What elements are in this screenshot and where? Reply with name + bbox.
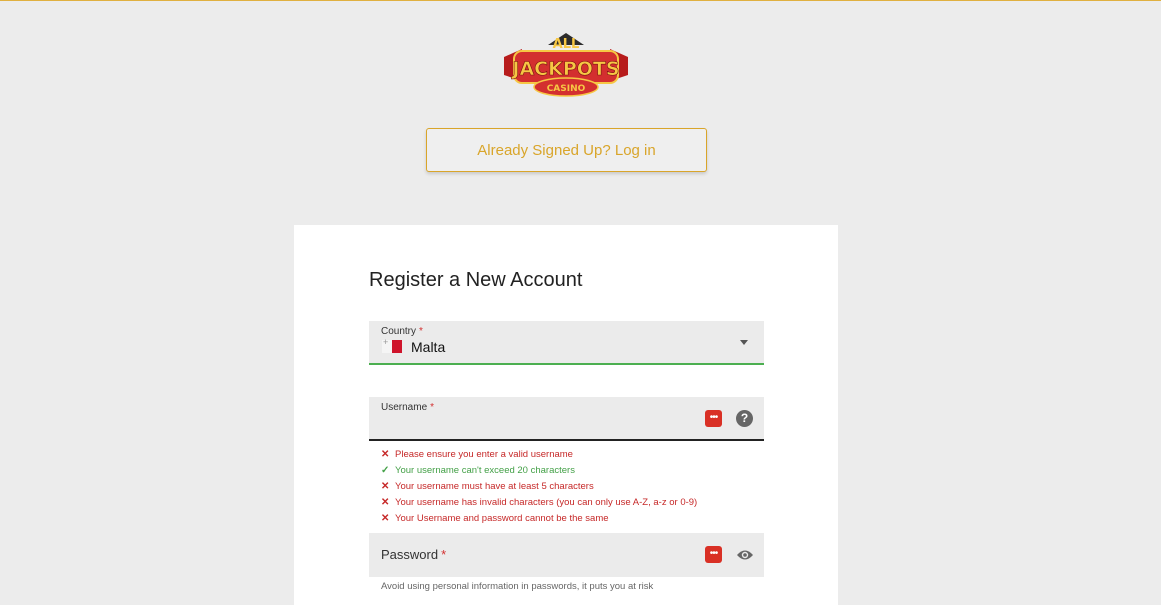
check-icon: ✓ <box>381 465 390 476</box>
help-icon[interactable]: ? <box>736 410 753 427</box>
rule-item: ✓ Your username can't exceed 20 character… <box>381 463 697 479</box>
malta-flag-icon <box>382 337 402 353</box>
password-hint: Avoid using personal information in pass… <box>381 581 654 592</box>
all-jackpots-logo: ALL JACKPOTS CASINO <box>500 31 632 101</box>
username-label: Username * <box>381 402 435 413</box>
country-label: Country * <box>381 326 423 337</box>
rule-item: ✕ Your Username and password cannot be th… <box>381 511 697 527</box>
password-label: Password * <box>381 547 447 562</box>
keeper-icon[interactable]: ••• <box>705 546 722 563</box>
form-title: Register a New Account <box>369 269 583 291</box>
rule-item: ✕ Please ensure you enter a valid usernam… <box>381 447 697 463</box>
error-icon: ✕ <box>381 449 390 460</box>
country-value: Malta <box>411 339 446 355</box>
country-select[interactable]: Country* Malta <box>369 321 764 365</box>
error-icon: ✕ <box>381 497 390 508</box>
password-field[interactable]: Password * ••• <box>369 533 764 577</box>
logo-text-top: ALL <box>553 37 580 52</box>
login-button[interactable]: Already Signed Up? Log in <box>426 128 707 172</box>
required-marker: * <box>441 547 447 562</box>
rule-item: ✕ Your username has invalid characters (y… <box>381 495 697 511</box>
error-icon: ✕ <box>381 481 390 492</box>
rule-item: ✕ Your username must have at least 5 char… <box>381 479 697 495</box>
keeper-icon[interactable]: ••• <box>705 410 722 427</box>
required-marker: * <box>419 326 423 337</box>
registration-card: Register a New Account Country* Malta Us… <box>294 225 838 605</box>
username-field[interactable]: Username * ••• ? <box>369 397 764 441</box>
username-rules: ✕ Please ensure you enter a valid usernam… <box>381 447 697 527</box>
logo-text-main: JACKPOTS <box>510 58 619 80</box>
eye-icon[interactable] <box>736 548 754 562</box>
chevron-down-icon[interactable] <box>740 340 748 345</box>
error-icon: ✕ <box>381 513 390 524</box>
logo-text-bottom: CASINO <box>547 84 586 94</box>
required-marker: * <box>430 402 435 413</box>
